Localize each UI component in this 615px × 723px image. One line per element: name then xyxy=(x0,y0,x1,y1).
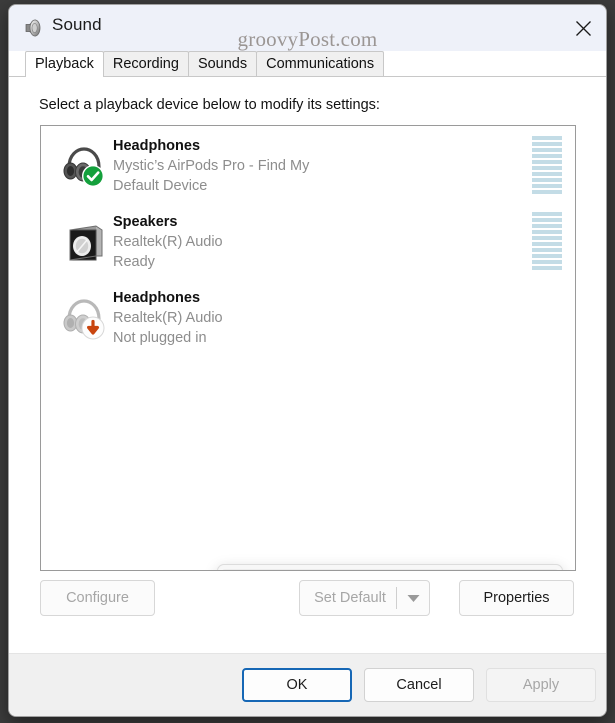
volume-meter xyxy=(532,212,562,270)
context-menu[interactable]: ✓ Show Disabled Devices ✓ Show Disconnec… xyxy=(217,564,563,571)
tab-communications-label: Communications xyxy=(266,56,374,72)
apply-button-label: Apply xyxy=(523,677,559,693)
device-name: Speakers xyxy=(113,212,515,232)
device-status: Not plugged in xyxy=(113,328,515,348)
device-description: Realtek(R) Audio xyxy=(113,308,515,328)
device-text-block: Speakers Realtek(R) Audio Ready xyxy=(113,212,515,272)
properties-button-label: Properties xyxy=(483,590,549,606)
properties-button[interactable]: Properties xyxy=(459,580,574,616)
instruction-text: Select a playback device below to modify… xyxy=(39,97,380,113)
sound-dialog-window: Sound groovyPost.com Playback Recording … xyxy=(8,4,607,717)
speaker-icon xyxy=(22,17,44,39)
close-icon xyxy=(575,20,592,37)
close-button[interactable] xyxy=(560,5,606,51)
cancel-button-label: Cancel xyxy=(396,677,441,693)
playback-tab-page: Select a playback device below to modify… xyxy=(9,77,606,653)
device-description: Realtek(R) Audio xyxy=(113,232,515,252)
device-list[interactable]: Headphones Mystic’s AirPods Pro - Find M… xyxy=(40,125,576,571)
device-description: Mystic’s AirPods Pro - Find My xyxy=(113,156,515,176)
cancel-button[interactable]: Cancel xyxy=(364,668,474,702)
tab-recording-label: Recording xyxy=(113,56,179,72)
footer-bar: OK Cancel Apply xyxy=(9,653,606,716)
configure-button-label: Configure xyxy=(66,590,129,606)
tab-communications[interactable]: Communications xyxy=(256,51,384,77)
apply-button[interactable]: Apply xyxy=(486,668,596,702)
action-button-row: Configure Set Default Properties xyxy=(9,580,606,620)
tab-strip: Playback Recording Sounds Communications xyxy=(9,51,606,77)
device-text-block: Headphones Realtek(R) Audio Not plugged … xyxy=(113,288,515,348)
menu-item-show-disabled-devices[interactable]: ✓ Show Disabled Devices xyxy=(221,569,559,571)
chevron-down-icon[interactable] xyxy=(397,594,429,603)
device-name: Headphones xyxy=(113,288,515,308)
device-name: Headphones xyxy=(113,136,515,156)
set-default-button-label: Set Default xyxy=(300,590,396,606)
volume-meter xyxy=(532,136,562,194)
device-list-item[interactable]: Headphones Mystic’s AirPods Pro - Find M… xyxy=(41,126,575,202)
configure-button[interactable]: Configure xyxy=(40,580,155,616)
device-text-block: Headphones Mystic’s AirPods Pro - Find M… xyxy=(113,136,515,196)
headphones-icon xyxy=(58,138,110,190)
tab-sounds[interactable]: Sounds xyxy=(188,51,257,77)
window-title: Sound xyxy=(52,15,102,35)
tab-sounds-label: Sounds xyxy=(198,56,247,72)
ok-button[interactable]: OK xyxy=(242,668,352,702)
ok-button-label: OK xyxy=(287,677,308,693)
device-list-item[interactable]: Headphones Realtek(R) Audio Not plugged … xyxy=(41,278,575,354)
dialog-body: Playback Recording Sounds Communications… xyxy=(9,51,606,653)
speaker-box-icon xyxy=(58,214,110,266)
tab-playback[interactable]: Playback xyxy=(25,51,104,77)
device-list-item[interactable]: Speakers Realtek(R) Audio Ready xyxy=(41,202,575,278)
title-bar: Sound groovyPost.com xyxy=(9,5,606,51)
headphones-disabled-icon xyxy=(58,290,110,342)
tab-playback-label: Playback xyxy=(35,56,94,72)
tab-recording[interactable]: Recording xyxy=(103,51,189,77)
set-default-button[interactable]: Set Default xyxy=(299,580,430,616)
device-status: Default Device xyxy=(113,176,515,196)
device-status: Ready xyxy=(113,252,515,272)
